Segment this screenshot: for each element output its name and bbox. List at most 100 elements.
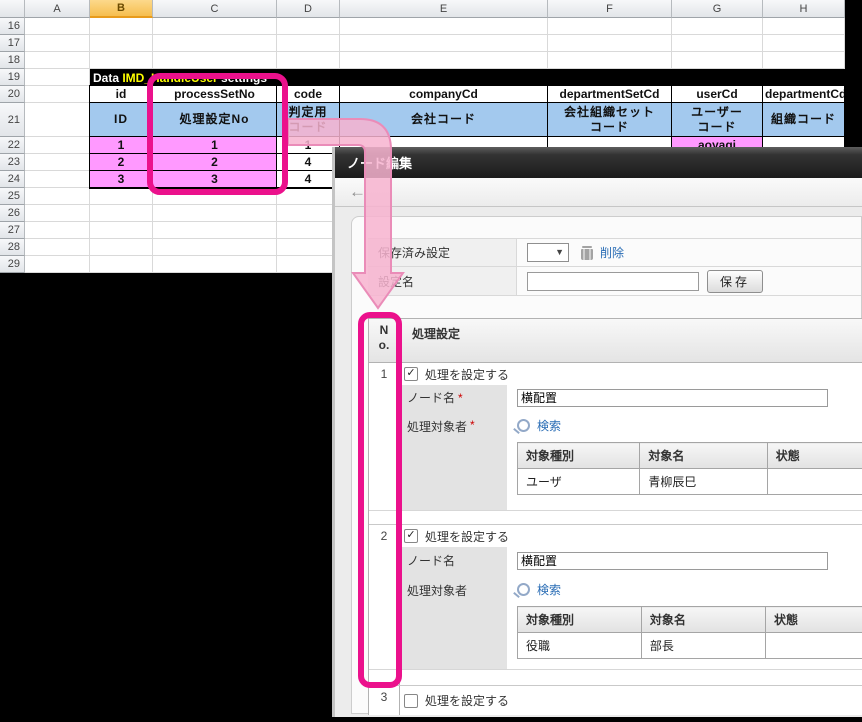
column-header-C[interactable]: C: [153, 0, 277, 18]
grid-cell[interactable]: [548, 35, 672, 52]
row-header-29[interactable]: 29: [0, 256, 25, 273]
row-header-22[interactable]: 22: [0, 137, 25, 154]
row-header-28[interactable]: 28: [0, 239, 25, 256]
grid-cell[interactable]: [153, 18, 277, 35]
column-header-F[interactable]: F: [548, 0, 672, 18]
node-name-input[interactable]: [517, 552, 828, 570]
label-header[interactable]: ユーザー コード: [672, 103, 763, 137]
label-header[interactable]: 処理設定No: [153, 103, 277, 137]
search-link[interactable]: 検索: [537, 417, 561, 434]
grid-cell[interactable]: [763, 52, 845, 69]
column-header-B[interactable]: B: [90, 0, 153, 18]
data-cell[interactable]: 1: [277, 137, 340, 154]
set-process-checkbox[interactable]: [404, 694, 418, 708]
grid-cell[interactable]: [277, 188, 340, 205]
column-header-A[interactable]: A: [25, 0, 90, 18]
row-header-23[interactable]: 23: [0, 154, 25, 171]
label-header[interactable]: 会社組織セット コード: [548, 103, 672, 137]
grid-cell[interactable]: [672, 52, 763, 69]
row-header-20[interactable]: 20: [0, 86, 25, 103]
grid-cell[interactable]: [90, 18, 153, 35]
grid-cell[interactable]: [25, 69, 90, 86]
grid-cell[interactable]: [25, 103, 90, 137]
delete-link[interactable]: 削除: [600, 244, 624, 261]
grid-cell[interactable]: [25, 171, 90, 188]
grid-cell[interactable]: [277, 205, 340, 222]
field-header-departmentSetCd[interactable]: departmentSetCd: [548, 86, 672, 103]
label-header[interactable]: ID: [90, 103, 153, 137]
label-header[interactable]: 組織コード: [763, 103, 845, 137]
label-header[interactable]: 会社コード: [340, 103, 548, 137]
label-header[interactable]: 判定用 コード: [277, 103, 340, 137]
search-link[interactable]: 検索: [537, 581, 561, 598]
grid-cell[interactable]: [277, 239, 340, 256]
grid-cell[interactable]: [153, 188, 277, 205]
grid-cell[interactable]: [90, 256, 153, 273]
save-button[interactable]: 保存: [707, 270, 763, 293]
grid-cell[interactable]: [25, 188, 90, 205]
grid-cell[interactable]: [548, 52, 672, 69]
select-all-corner[interactable]: [0, 0, 25, 18]
set-process-checkbox[interactable]: ✓: [404, 529, 418, 543]
grid-cell[interactable]: [340, 18, 548, 35]
grid-cell[interactable]: [548, 18, 672, 35]
grid-cell[interactable]: [153, 52, 277, 69]
row-header-24[interactable]: 24: [0, 171, 25, 188]
column-header-E[interactable]: E: [340, 0, 548, 18]
row-header-17[interactable]: 17: [0, 35, 25, 52]
grid-cell[interactable]: [340, 52, 548, 69]
grid-cell[interactable]: [672, 35, 763, 52]
grid-cell[interactable]: [763, 18, 845, 35]
row-header-26[interactable]: 26: [0, 205, 25, 222]
grid-cell[interactable]: [277, 35, 340, 52]
grid-cell[interactable]: [153, 239, 277, 256]
grid-cell[interactable]: [277, 256, 340, 273]
field-header-userCd[interactable]: userCd: [672, 86, 763, 103]
column-header-D[interactable]: D: [277, 0, 340, 18]
grid-cell[interactable]: [340, 35, 548, 52]
grid-cell[interactable]: [25, 52, 90, 69]
grid-cell[interactable]: [90, 222, 153, 239]
grid-cell[interactable]: [153, 35, 277, 52]
saved-settings-select[interactable]: ▼: [527, 243, 569, 262]
field-header-departmentCd[interactable]: departmentCd: [763, 86, 845, 103]
row-header-16[interactable]: 16: [0, 18, 25, 35]
grid-cell[interactable]: [153, 222, 277, 239]
grid-cell[interactable]: [25, 18, 90, 35]
grid-cell[interactable]: [277, 222, 340, 239]
column-header-G[interactable]: G: [672, 0, 763, 18]
row-header-18[interactable]: 18: [0, 52, 25, 69]
row-header-19[interactable]: 19: [0, 69, 25, 86]
trash-icon[interactable]: [581, 246, 593, 260]
grid-cell[interactable]: [277, 18, 340, 35]
grid-cell[interactable]: [90, 205, 153, 222]
grid-cell[interactable]: [153, 205, 277, 222]
grid-cell[interactable]: [672, 18, 763, 35]
data-cell[interactable]: 4: [277, 154, 340, 171]
grid-cell[interactable]: [763, 35, 845, 52]
grid-cell[interactable]: [25, 35, 90, 52]
data-cell[interactable]: 3: [90, 171, 153, 188]
grid-cell[interactable]: [277, 52, 340, 69]
data-cell[interactable]: 1: [90, 137, 153, 154]
data-cell[interactable]: 4: [277, 171, 340, 188]
field-header-companyCd[interactable]: companyCd: [340, 86, 548, 103]
back-arrow-icon[interactable]: ←: [349, 182, 366, 202]
grid-cell[interactable]: [153, 256, 277, 273]
row-header-25[interactable]: 25: [0, 188, 25, 205]
grid-cell[interactable]: [25, 86, 90, 103]
field-header-id[interactable]: id: [90, 86, 153, 103]
grid-cell[interactable]: [25, 154, 90, 171]
grid-cell[interactable]: [25, 239, 90, 256]
grid-cell[interactable]: [90, 188, 153, 205]
grid-cell[interactable]: [25, 222, 90, 239]
data-cell[interactable]: 2: [153, 154, 277, 171]
field-header-processSetNo[interactable]: processSetNo: [153, 86, 277, 103]
grid-cell[interactable]: [25, 256, 90, 273]
grid-cell[interactable]: [90, 239, 153, 256]
grid-cell[interactable]: [25, 137, 90, 154]
node-name-input[interactable]: [517, 389, 828, 407]
setting-name-input[interactable]: [527, 272, 699, 291]
data-cell[interactable]: 3: [153, 171, 277, 188]
row-header-27[interactable]: 27: [0, 222, 25, 239]
